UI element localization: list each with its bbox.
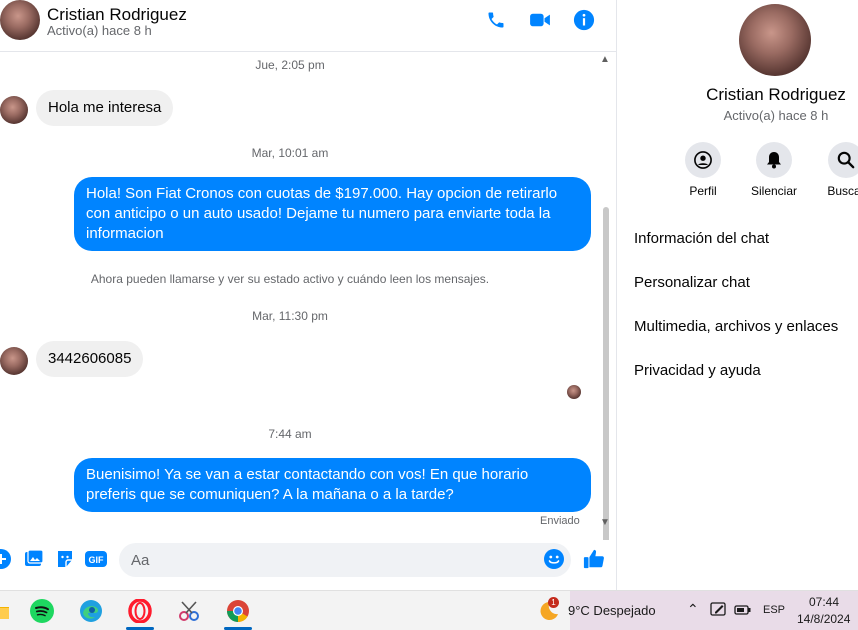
profile-avatar[interactable] — [739, 4, 811, 76]
spotify-icon[interactable] — [25, 595, 59, 627]
action-label: Perfil — [689, 184, 717, 198]
sticker-icon[interactable] — [54, 548, 76, 570]
battery-icon[interactable] — [734, 602, 752, 621]
search-icon — [828, 142, 858, 178]
profile-name: Cristian Rodriguez — [706, 85, 846, 104]
language-indicator[interactable]: ESP — [763, 604, 785, 616]
video-icon[interactable] — [528, 8, 552, 32]
sender-avatar — [0, 96, 28, 124]
message-thread[interactable]: Jue, 2:05 pm Hola me interesa Mar, 10:01… — [0, 52, 616, 563]
pen-tablet-icon[interactable] — [710, 600, 728, 621]
composer: GIF — [0, 540, 616, 584]
scrollbar-thumb[interactable] — [603, 207, 609, 563]
menu-chat-info[interactable]: Información del chat — [634, 230, 769, 247]
menu-privacy-support[interactable]: Privacidad y ayuda — [634, 362, 761, 379]
profile-icon — [685, 142, 721, 178]
opera-icon[interactable] — [123, 595, 157, 630]
windows-taskbar: 1 9°C Despejado ⌃ ESP 07:44 14/8/2024 — [0, 590, 858, 630]
edge-icon[interactable] — [74, 595, 108, 627]
contact-avatar[interactable] — [0, 0, 40, 40]
message-input[interactable] — [119, 543, 519, 577]
scroll-up-icon[interactable]: ▲ — [600, 54, 610, 65]
image-icon[interactable] — [23, 548, 45, 570]
profile-status: Activo(a) hace 8 h — [723, 108, 829, 123]
file-explorer-icon[interactable] — [0, 595, 16, 627]
messenger-window: Cristian Rodriguez Activo(a) hace 8 h Ju… — [0, 0, 858, 630]
chat-details-panel: Cristian Rodriguez Activo(a) hace 8 h Pe… — [616, 0, 858, 590]
timestamp: Mar, 11:30 pm — [252, 309, 328, 323]
message-input-wrap — [119, 543, 571, 577]
menu-media-files-links[interactable]: Multimedia, archivos y enlaces — [634, 318, 838, 335]
chevron-up-icon[interactable]: ⌃ — [687, 601, 699, 618]
gif-label: GIF — [89, 555, 105, 565]
outgoing-message[interactable]: Hola! Son Fiat Cronos con cuotas de $197… — [74, 177, 591, 251]
search-action[interactable]: Buscar — [816, 142, 858, 198]
scroll-down-icon[interactable]: ▼ — [600, 517, 610, 528]
timestamp: Mar, 10:01 am — [251, 146, 329, 160]
weather-notification-badge: 1 — [548, 597, 559, 608]
gif-icon[interactable]: GIF — [85, 548, 107, 570]
incoming-message[interactable]: 3442606085 — [36, 341, 144, 377]
system-notice: Ahora pueden llamarse y ver su estado ac… — [90, 272, 490, 286]
plus-icon[interactable] — [0, 548, 12, 570]
sent-status: Enviado — [540, 515, 580, 527]
timestamp: Jue, 2:05 pm — [255, 58, 325, 72]
contact-status: Activo(a) hace 8 h — [47, 23, 152, 38]
timestamp: 7:44 am — [268, 427, 312, 441]
mute-action[interactable]: Silenciar — [744, 142, 804, 198]
clock-date[interactable]: 14/8/2024 — [797, 612, 850, 626]
sender-avatar — [0, 347, 28, 375]
like-icon[interactable] — [583, 548, 605, 570]
phone-icon[interactable] — [484, 8, 508, 32]
read-receipt-avatar — [567, 385, 581, 399]
clock-time[interactable]: 07:44 — [809, 595, 839, 609]
action-label: Buscar — [827, 184, 858, 198]
outgoing-message[interactable]: Buenisimo! Ya se van a estar contactando… — [74, 458, 591, 512]
action-label: Silenciar — [750, 184, 798, 198]
profile-action[interactable]: Perfil — [673, 142, 733, 198]
weather-text[interactable]: 9°C Despejado — [568, 603, 656, 618]
chrome-icon[interactable] — [221, 595, 255, 630]
emoji-icon[interactable] — [543, 548, 565, 570]
bell-icon — [756, 142, 792, 178]
chat-header: Cristian Rodriguez Activo(a) hace 8 h — [0, 0, 616, 52]
incoming-message[interactable]: Hola me interesa — [36, 90, 174, 126]
snipping-tool-icon[interactable] — [172, 595, 206, 627]
info-icon[interactable] — [572, 8, 596, 32]
contact-name[interactable]: Cristian Rodriguez — [47, 5, 187, 25]
menu-customize-chat[interactable]: Personalizar chat — [634, 274, 750, 291]
